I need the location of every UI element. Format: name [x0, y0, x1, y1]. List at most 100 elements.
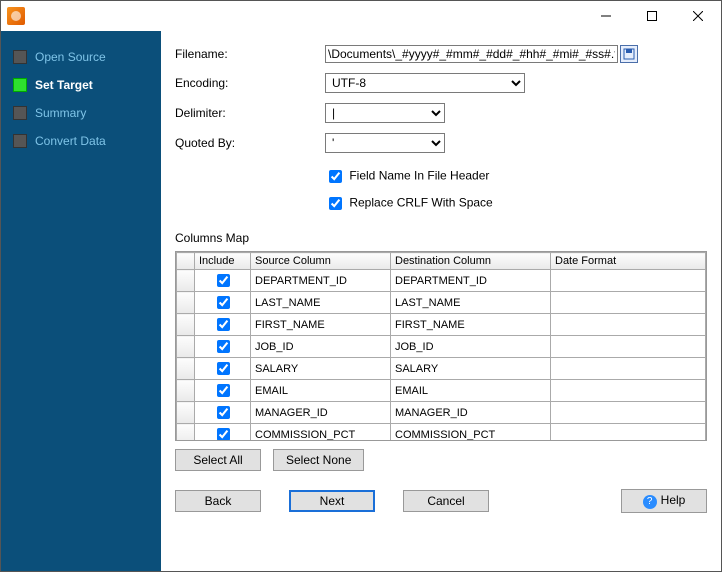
table-row[interactable]: SALARYSALARY — [177, 358, 706, 380]
date-format-cell[interactable] — [551, 314, 706, 336]
sidebar-item-label: Set Target — [35, 78, 93, 92]
include-checkbox[interactable] — [217, 384, 230, 397]
date-format-cell[interactable] — [551, 380, 706, 402]
table-row[interactable]: LAST_NAMELAST_NAME — [177, 292, 706, 314]
filename-label: Filename: — [175, 47, 325, 61]
destination-column-cell[interactable]: DEPARTMENT_ID — [391, 270, 551, 292]
destination-column-cell[interactable]: EMAIL — [391, 380, 551, 402]
include-checkbox[interactable] — [217, 274, 230, 287]
minimize-button[interactable] — [583, 1, 629, 31]
row-header[interactable] — [177, 358, 195, 380]
main-panel: Filename: Encoding: UTF-8 Delimiter: | — [161, 31, 721, 571]
next-button[interactable]: Next — [289, 490, 375, 512]
source-column-cell[interactable]: LAST_NAME — [251, 292, 391, 314]
table-row[interactable]: MANAGER_IDMANAGER_ID — [177, 402, 706, 424]
col-source[interactable]: Source Column — [251, 253, 391, 270]
col-include[interactable]: Include — [195, 253, 251, 270]
titlebar — [1, 1, 721, 31]
save-disk-icon — [623, 48, 635, 60]
date-format-cell[interactable] — [551, 358, 706, 380]
include-checkbox[interactable] — [217, 340, 230, 353]
table-row[interactable]: DEPARTMENT_IDDEPARTMENT_ID — [177, 270, 706, 292]
sidebar-item-summary[interactable]: Summary — [13, 99, 161, 127]
include-cell[interactable] — [195, 336, 251, 358]
step-marker-icon — [13, 50, 27, 64]
cancel-button[interactable]: Cancel — [403, 490, 489, 512]
help-icon: ? — [643, 495, 657, 509]
table-row[interactable]: EMAILEMAIL — [177, 380, 706, 402]
destination-column-cell[interactable]: LAST_NAME — [391, 292, 551, 314]
source-column-cell[interactable]: JOB_ID — [251, 336, 391, 358]
table-header-row: Include Source Column Destination Column… — [177, 253, 706, 270]
table-row[interactable]: FIRST_NAMEFIRST_NAME — [177, 314, 706, 336]
date-format-cell[interactable] — [551, 424, 706, 442]
include-cell[interactable] — [195, 270, 251, 292]
row-header-blank — [177, 253, 195, 270]
row-header[interactable] — [177, 402, 195, 424]
quoted-by-select[interactable]: ' — [325, 133, 445, 153]
include-cell[interactable] — [195, 402, 251, 424]
source-column-cell[interactable]: MANAGER_ID — [251, 402, 391, 424]
back-button[interactable]: Back — [175, 490, 261, 512]
replace-crlf-label: Replace CRLF With Space — [349, 196, 492, 210]
include-checkbox[interactable] — [217, 362, 230, 375]
col-date-format[interactable]: Date Format — [551, 253, 706, 270]
source-column-cell[interactable]: SALARY — [251, 358, 391, 380]
date-format-cell[interactable] — [551, 336, 706, 358]
replace-crlf-checkbox[interactable] — [329, 197, 342, 210]
row-header[interactable] — [177, 336, 195, 358]
include-cell[interactable] — [195, 292, 251, 314]
browse-button[interactable] — [620, 45, 638, 63]
delimiter-select[interactable]: | — [325, 103, 445, 123]
columns-map-title: Columns Map — [175, 231, 707, 245]
destination-column-cell[interactable]: JOB_ID — [391, 336, 551, 358]
window-controls — [583, 1, 721, 31]
sidebar: Open Source Set Target Summary Convert D… — [1, 31, 161, 571]
include-checkbox[interactable] — [217, 428, 230, 441]
row-header[interactable] — [177, 292, 195, 314]
select-all-button[interactable]: Select All — [175, 449, 261, 471]
table-row[interactable]: JOB_IDJOB_ID — [177, 336, 706, 358]
step-marker-icon — [13, 78, 27, 92]
include-checkbox[interactable] — [217, 318, 230, 331]
select-none-button[interactable]: Select None — [273, 449, 364, 471]
field-name-header-label: Field Name In File Header — [349, 169, 489, 183]
include-checkbox[interactable] — [217, 406, 230, 419]
encoding-label: Encoding: — [175, 76, 325, 90]
sidebar-item-convert-data[interactable]: Convert Data — [13, 127, 161, 155]
col-destination[interactable]: Destination Column — [391, 253, 551, 270]
row-header[interactable] — [177, 424, 195, 442]
row-header[interactable] — [177, 380, 195, 402]
encoding-select[interactable]: UTF-8 — [325, 73, 525, 93]
wizard-window: Open Source Set Target Summary Convert D… — [0, 0, 722, 572]
sidebar-item-open-source[interactable]: Open Source — [13, 43, 161, 71]
include-cell[interactable] — [195, 424, 251, 442]
help-button[interactable]: ?Help — [621, 489, 707, 513]
destination-column-cell[interactable]: FIRST_NAME — [391, 314, 551, 336]
date-format-cell[interactable] — [551, 292, 706, 314]
maximize-button[interactable] — [629, 1, 675, 31]
sidebar-item-label: Summary — [35, 106, 86, 120]
source-column-cell[interactable]: EMAIL — [251, 380, 391, 402]
close-button[interactable] — [675, 1, 721, 31]
source-column-cell[interactable]: COMMISSION_PCT — [251, 424, 391, 442]
field-name-header-checkbox[interactable] — [329, 170, 342, 183]
row-header[interactable] — [177, 270, 195, 292]
include-checkbox[interactable] — [217, 296, 230, 309]
row-header[interactable] — [177, 314, 195, 336]
columns-map-grid[interactable]: Include Source Column Destination Column… — [175, 251, 707, 441]
destination-column-cell[interactable]: MANAGER_ID — [391, 402, 551, 424]
include-cell[interactable] — [195, 380, 251, 402]
quoted-by-label: Quoted By: — [175, 136, 325, 150]
table-row[interactable]: COMMISSION_PCTCOMMISSION_PCT — [177, 424, 706, 442]
destination-column-cell[interactable]: COMMISSION_PCT — [391, 424, 551, 442]
filename-input[interactable] — [325, 45, 618, 63]
date-format-cell[interactable] — [551, 402, 706, 424]
source-column-cell[interactable]: DEPARTMENT_ID — [251, 270, 391, 292]
include-cell[interactable] — [195, 314, 251, 336]
sidebar-item-set-target[interactable]: Set Target — [13, 71, 161, 99]
destination-column-cell[interactable]: SALARY — [391, 358, 551, 380]
date-format-cell[interactable] — [551, 270, 706, 292]
source-column-cell[interactable]: FIRST_NAME — [251, 314, 391, 336]
include-cell[interactable] — [195, 358, 251, 380]
